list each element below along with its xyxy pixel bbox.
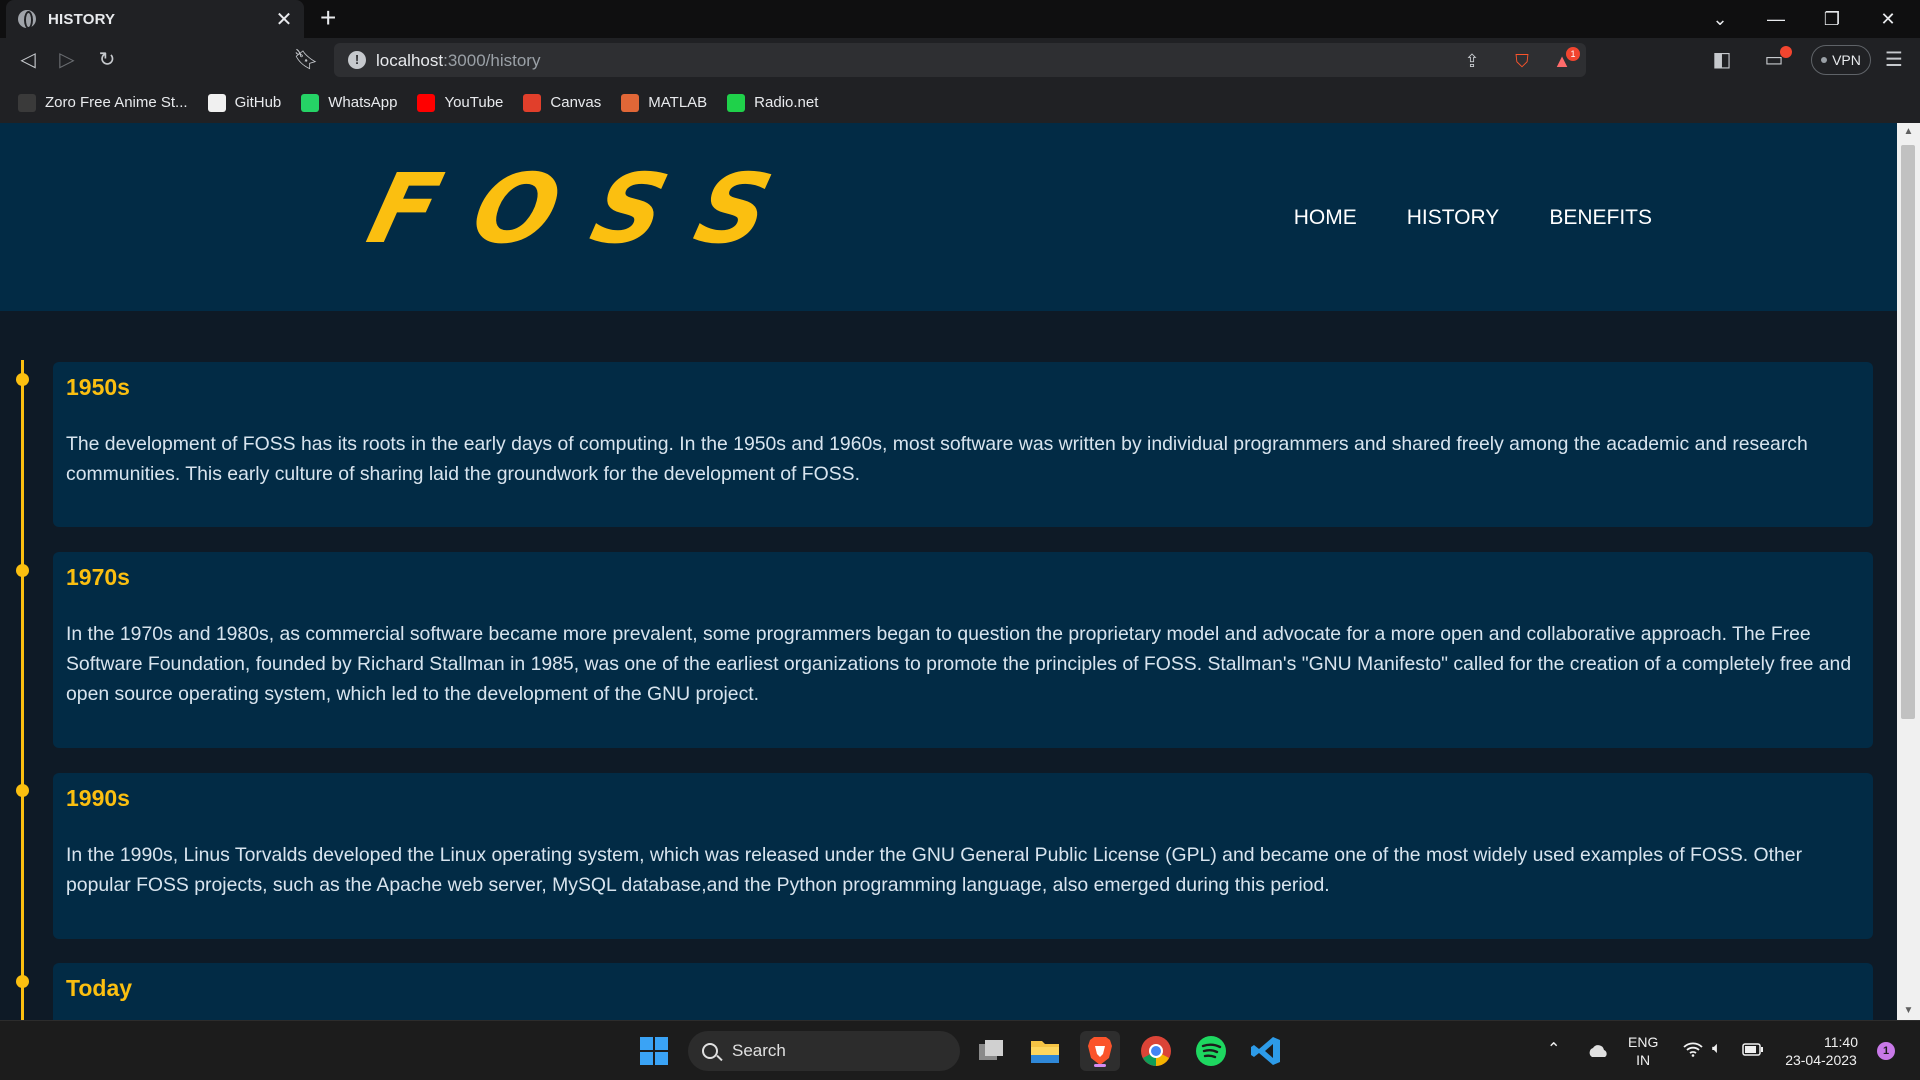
- nav-home[interactable]: HOME: [1294, 206, 1357, 230]
- tab-search-chevron-icon[interactable]: ⌄: [1692, 0, 1748, 38]
- site-header: FOSS HOME HISTORY BENEFITS: [0, 123, 1897, 311]
- start-button[interactable]: [634, 1031, 674, 1071]
- taskbar-search[interactable]: Search: [688, 1031, 960, 1071]
- bookmark-label: Canvas: [550, 94, 602, 111]
- close-tab-icon[interactable]: ✕: [272, 7, 296, 32]
- scrollbar-thumb[interactable]: [1901, 145, 1915, 719]
- wallet-badge: [1780, 46, 1792, 58]
- bookmark-canvas[interactable]: Canvas: [523, 93, 602, 112]
- bookmark-zoro-free-anime-st[interactable]: Zoro Free Anime St...: [18, 93, 188, 112]
- matlab-icon: [621, 93, 640, 112]
- timeline-era: 1950s: [66, 374, 130, 400]
- clock[interactable]: 11:40 23-04-2023: [1780, 1033, 1862, 1069]
- whatsapp-icon: [301, 93, 320, 112]
- bookmark-label: GitHub: [234, 94, 282, 111]
- timeline-text: The development of FOSS has its roots in…: [66, 433, 1808, 485]
- close-window-button[interactable]: ✕: [1860, 0, 1916, 38]
- zoro-icon: [18, 93, 36, 112]
- vscode-icon[interactable]: [1246, 1031, 1286, 1071]
- notification-badge[interactable]: 1: [1877, 1042, 1895, 1060]
- canvas-icon: [523, 93, 542, 112]
- main-nav: HOME HISTORY BENEFITS: [1294, 206, 1652, 230]
- bookmark-matlab[interactable]: MATLAB: [621, 93, 708, 112]
- bookmark-label: Radio.net: [754, 94, 819, 111]
- browser-chrome: HISTORY ✕ + ⌄ — ❐ ✕ ◁ ▷ ↻ 🔖︎ ! localhost…: [0, 0, 1920, 123]
- timeline-dot: [16, 975, 29, 988]
- bookmarks-bar: Zoro Free Anime St... GitHub WhatsApp YouTu…: [0, 82, 1920, 123]
- page-scrollbar[interactable]: ▲ ▼: [1897, 123, 1920, 1020]
- task-view-icon[interactable]: [972, 1031, 1012, 1071]
- search-icon: [702, 1043, 718, 1059]
- wifi-icon[interactable]: [1683, 1041, 1703, 1061]
- timeline-dot: [16, 373, 29, 386]
- timeline-dot: [16, 784, 29, 797]
- bookmark-whatsapp[interactable]: WhatsApp: [301, 93, 398, 112]
- bookmark-label: MATLAB: [648, 94, 708, 111]
- timeline-text: In the 1970s and 1980s, as commercial so…: [66, 623, 1852, 705]
- timeline-card-today: Today: [53, 963, 1873, 1020]
- timeline-line: [21, 360, 24, 1020]
- menu-icon[interactable]: ☰: [1880, 46, 1908, 74]
- share-icon[interactable]: ⇪: [1460, 49, 1484, 73]
- windows-taskbar: Search ⌃ ENG IN 🔈︎ 11:40 23-04-2023 1: [0, 1020, 1920, 1080]
- rewards-badge: 1: [1566, 47, 1580, 61]
- address-bar[interactable]: ! localhost:3000/history ⇪ ⛉ ▲ 1: [334, 43, 1586, 77]
- timeline-era: Today: [66, 975, 133, 1001]
- bookmark-label: Zoro Free Anime St...: [45, 94, 188, 111]
- tab-title: HISTORY: [48, 10, 116, 28]
- active-app-indicator: [1094, 1064, 1106, 1067]
- brave-taskbar-icon[interactable]: [1080, 1031, 1120, 1071]
- url-text[interactable]: localhost:3000/history: [376, 51, 540, 71]
- timeline-card-1990s: 1990s In the 1990s, Linus Torvalds devel…: [53, 773, 1873, 939]
- reload-button[interactable]: ↻: [93, 46, 121, 74]
- battery-icon[interactable]: [1742, 1042, 1764, 1060]
- forward-button[interactable]: ▷: [53, 46, 81, 74]
- site-info-icon[interactable]: !: [348, 51, 366, 69]
- tab-strip: HISTORY ✕ + ⌄ — ❐ ✕: [0, 0, 1920, 38]
- chrome-icon[interactable]: [1136, 1031, 1176, 1071]
- vpn-status-dot: [1821, 57, 1828, 63]
- vpn-label: VPN: [1832, 52, 1861, 68]
- bookmark-github[interactable]: GitHub: [207, 93, 282, 112]
- vpn-button[interactable]: VPN: [1811, 45, 1871, 75]
- onedrive-icon[interactable]: [1578, 1031, 1618, 1071]
- youtube-icon: [417, 93, 436, 112]
- timeline-dot: [16, 564, 29, 577]
- show-hidden-icons-chevron[interactable]: ⌃: [1547, 1041, 1560, 1059]
- spotify-icon[interactable]: [1191, 1031, 1231, 1071]
- site-logo[interactable]: FOSS: [358, 153, 820, 265]
- bookmark-label: WhatsApp: [328, 94, 398, 111]
- scroll-up-arrow[interactable]: ▲: [1897, 123, 1920, 141]
- bookmark-label: YouTube: [444, 94, 504, 111]
- bookmark-radio-net[interactable]: Radio.net: [727, 93, 819, 112]
- search-label: Search: [732, 1041, 786, 1060]
- page-viewport: FOSS HOME HISTORY BENEFITS 1950s The dev…: [0, 123, 1897, 1020]
- volume-icon[interactable]: 🔈︎: [1712, 1040, 1722, 1058]
- timeline-era: 1990s: [66, 785, 130, 811]
- bookmark-icon[interactable]: 🔖︎: [292, 46, 320, 74]
- new-tab-button[interactable]: +: [320, 2, 336, 34]
- timeline-era: 1970s: [66, 564, 130, 590]
- brave-shield-icon[interactable]: ⛉: [1510, 49, 1534, 73]
- file-explorer-icon[interactable]: [1025, 1031, 1065, 1071]
- tab-history[interactable]: HISTORY ✕: [6, 0, 304, 38]
- github-icon: [207, 93, 226, 112]
- language-indicator[interactable]: ENG IN: [1628, 1033, 1658, 1069]
- timeline-card-1970s: 1970s In the 1970s and 1980s, as commerc…: [53, 552, 1873, 748]
- nav-history[interactable]: HISTORY: [1407, 206, 1500, 230]
- minimize-button[interactable]: —: [1748, 0, 1804, 38]
- bookmark-youtube[interactable]: YouTube: [417, 93, 504, 112]
- browser-toolbar: ◁ ▷ ↻ 🔖︎ ! localhost:3000/history ⇪ ⛉ ▲ …: [0, 38, 1920, 82]
- sidebar-icon[interactable]: ◧: [1708, 46, 1736, 74]
- timeline-card-1950s: 1950s The development of FOSS has its ro…: [53, 362, 1873, 527]
- restore-button[interactable]: ❐: [1804, 0, 1860, 38]
- nav-benefits[interactable]: BENEFITS: [1549, 206, 1652, 230]
- globe-icon: [18, 10, 36, 29]
- radio-icon: [727, 93, 746, 112]
- back-button[interactable]: ◁: [14, 46, 42, 74]
- scroll-down-arrow[interactable]: ▼: [1897, 1002, 1920, 1020]
- timeline-text: In the 1990s, Linus Torvalds developed t…: [66, 844, 1803, 896]
- windows-logo-icon: [640, 1037, 668, 1065]
